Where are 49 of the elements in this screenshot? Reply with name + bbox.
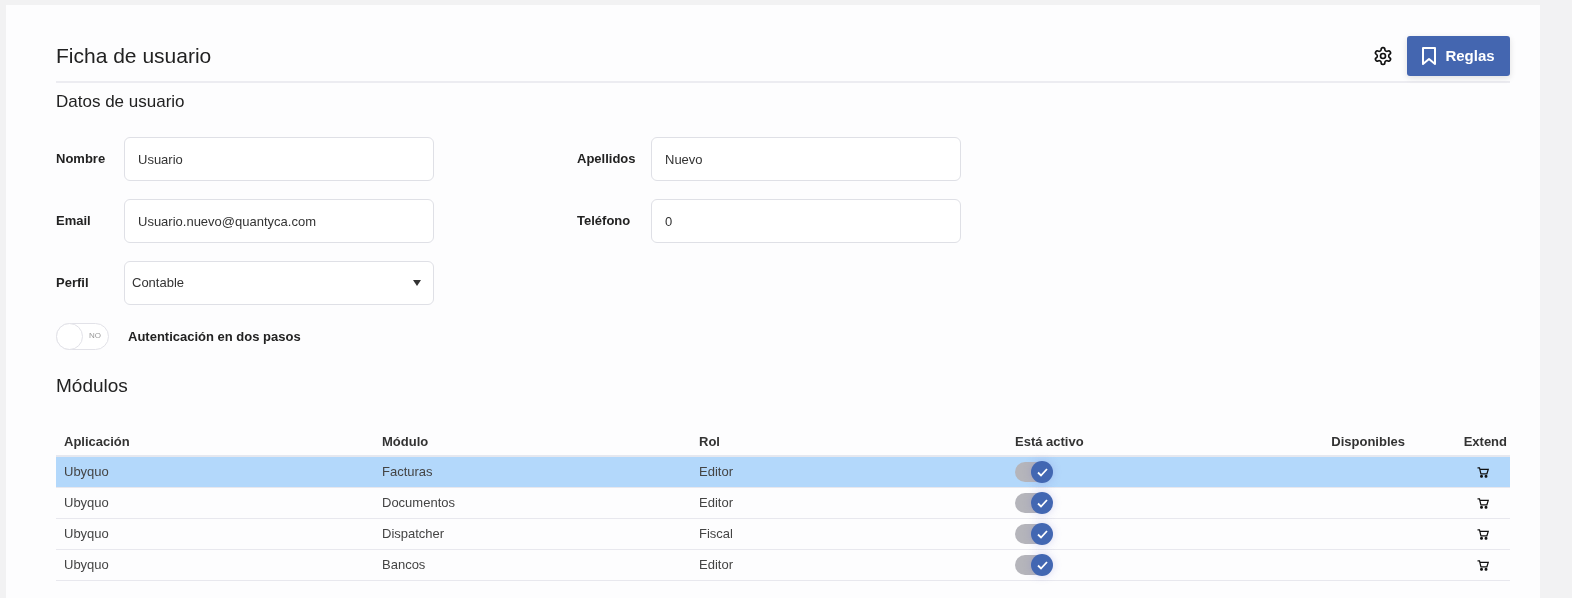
input-field[interactable]: Nuevo <box>651 137 961 181</box>
table-cell-text: Editor <box>698 494 734 513</box>
check-icon <box>1036 560 1048 570</box>
page-title: Ficha de usuario <box>56 43 212 69</box>
field-label: Apellidos <box>577 150 637 169</box>
section-title: Datos de usuario <box>56 91 186 113</box>
settings-icon[interactable] <box>1373 46 1393 66</box>
rules-button[interactable]: Reglas <box>1407 36 1510 76</box>
active-toggle[interactable] <box>1015 524 1051 544</box>
table-cell-text: Bancos <box>381 556 427 575</box>
column-header: Rol <box>698 433 721 452</box>
cart-icon[interactable] <box>1477 497 1489 509</box>
table-cell-text: Editor <box>698 556 734 575</box>
toggle-label: Autenticación en dos pasos <box>128 327 301 346</box>
input-field[interactable]: 0 <box>651 199 961 243</box>
profile-select[interactable]: Contable <box>124 261 434 305</box>
table-cell-text: Documentos <box>381 494 456 513</box>
column-header: Extend <box>1463 433 1508 452</box>
table-cell-text: Ubyquo <box>63 494 110 513</box>
table-cell-text: Ubyquo <box>63 463 110 482</box>
table-cell-text: Fiscal <box>698 525 734 544</box>
column-header: Aplicación <box>63 433 131 452</box>
cart-icon[interactable] <box>1477 528 1489 540</box>
caret-icon <box>413 280 421 286</box>
table-cell-text: Dispatcher <box>381 525 446 544</box>
table-cell-text: Ubyquo <box>63 525 110 544</box>
input-field[interactable]: Usuario.nuevo@quantyca.com <box>124 199 434 243</box>
check-icon <box>1036 467 1048 477</box>
table-row[interactable]: Ubyquo Facturas Editor <box>56 457 1510 488</box>
cart-icon[interactable] <box>1477 466 1489 478</box>
cart-icon[interactable] <box>1477 559 1489 571</box>
check-icon <box>1036 498 1048 508</box>
bookmark-icon <box>1422 47 1437 65</box>
column-header: Módulo <box>381 433 430 452</box>
field-label: Email <box>56 212 92 231</box>
active-toggle[interactable] <box>1015 493 1051 513</box>
table-cell-text: Facturas <box>381 463 434 482</box>
field-label: Nombre <box>56 150 107 169</box>
column-header: Disponibles <box>1331 433 1406 452</box>
active-toggle[interactable] <box>1015 555 1051 575</box>
section-title: Módulos <box>56 374 129 398</box>
input-field[interactable]: Usuario <box>124 137 434 181</box>
check-icon <box>1036 529 1048 539</box>
field-label: Perfil <box>56 274 90 293</box>
table-cell-text: Editor <box>698 463 734 482</box>
column-header: Está activo <box>1014 433 1085 452</box>
active-toggle[interactable] <box>1015 462 1051 482</box>
field-label: Teléfono <box>577 212 632 231</box>
table-cell-text: Ubyquo <box>63 556 110 575</box>
